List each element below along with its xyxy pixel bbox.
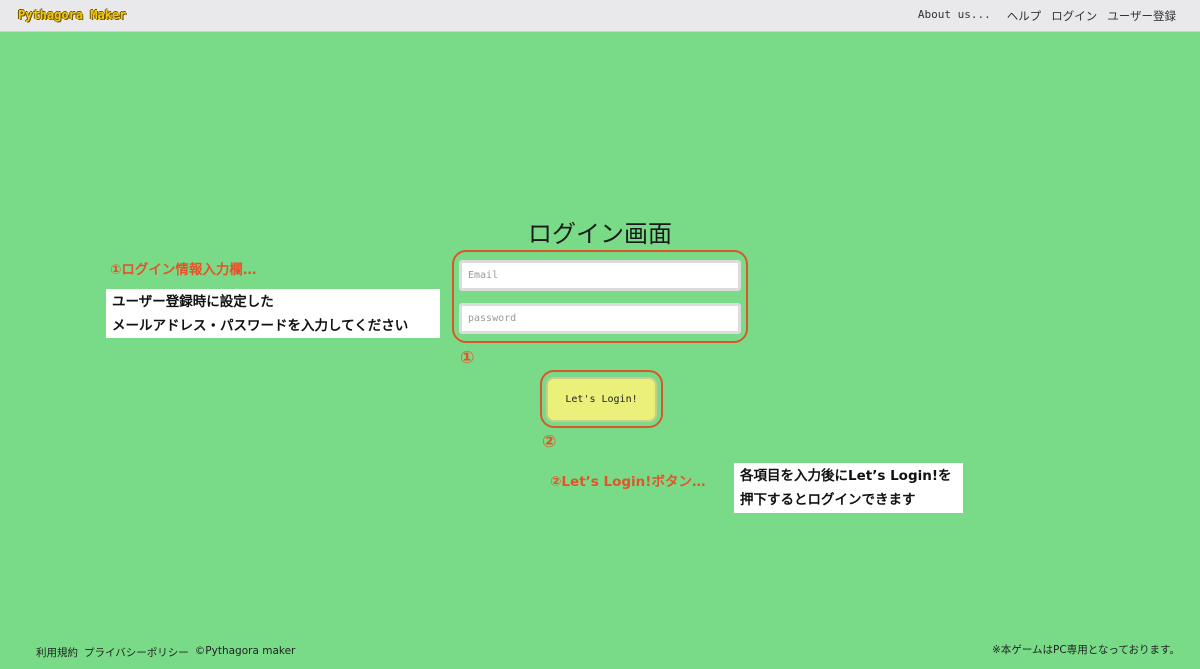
annotation-2-line-1: 各項目を入力後にLet’s Login!を [740, 468, 952, 484]
marker-2: ② [542, 432, 557, 452]
brand-logo[interactable]: Pythagora Maker [18, 8, 126, 22]
nav-links: About us... ヘルプ ログイン ユーザー登録 [918, 8, 1176, 24]
nav-link-help[interactable]: ヘルプ [1007, 8, 1042, 24]
nav-link-login[interactable]: ログイン [1051, 8, 1097, 24]
page-title: ログイン画面 [528, 220, 672, 248]
annotation-1-line-2: メールアドレス・パスワードを入力してください [112, 318, 409, 334]
navbar: Pythagora Maker About us... ヘルプ ログイン ユーザ… [0, 0, 1200, 32]
nav-link-about[interactable]: About us... [918, 8, 991, 24]
marker-1: ① [460, 348, 475, 368]
annotation-1-box: ユーザー登録時に設定した メールアドレス・パスワードを入力してください [106, 289, 440, 338]
annotation-2-box: 各項目を入力後にLet’s Login!を 押下するとログインできます [734, 463, 963, 513]
footer-copyright: ©Pythagora maker [194, 645, 296, 657]
password-field[interactable] [459, 303, 741, 334]
footer-links: 利用規約 プライバシーポリシー ©Pythagora maker [36, 645, 295, 660]
email-field[interactable] [459, 260, 741, 291]
annotation-1-title: ①ログイン情報入力欄… [110, 262, 257, 278]
nav-link-register[interactable]: ユーザー登録 [1107, 8, 1176, 24]
login-button[interactable]: Let's Login! [546, 377, 657, 422]
footer-terms-link[interactable]: 利用規約 [36, 645, 78, 660]
annotation-1-line-1: ユーザー登録時に設定した [112, 294, 274, 310]
footer-notice: ※本ゲームはPC専用となっております。 [992, 644, 1180, 656]
annotation-2-title: ②Let’s Login!ボタン… [550, 474, 706, 490]
footer-privacy-link[interactable]: プライバシーポリシー [84, 645, 189, 660]
annotation-2-line-2: 押下するとログインできます [740, 492, 916, 508]
